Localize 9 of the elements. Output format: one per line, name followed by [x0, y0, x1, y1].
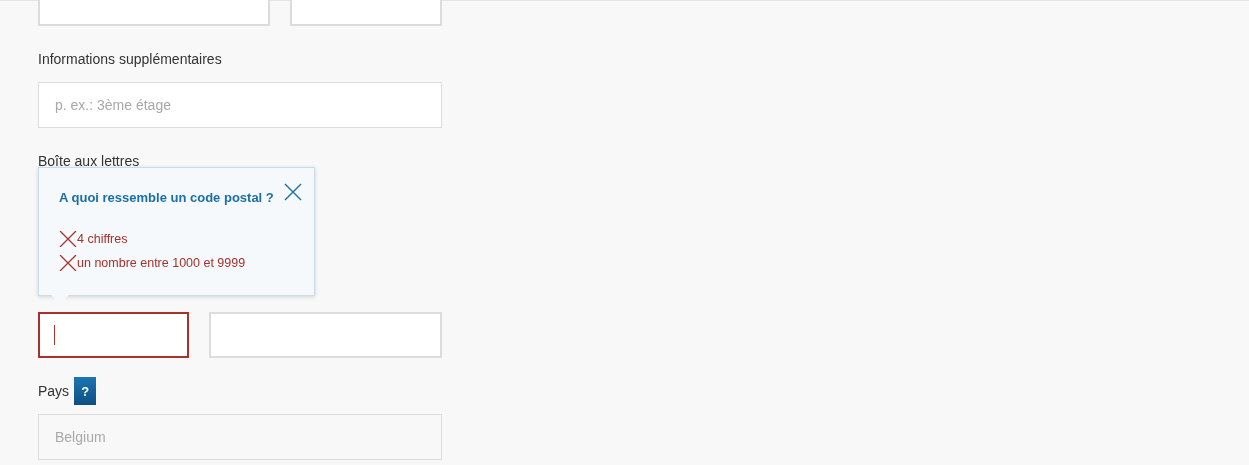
tooltip-title: A quoi ressemble un code postal ? — [59, 190, 275, 205]
field-label: Boîte aux lettres — [38, 152, 141, 170]
close-icon — [283, 182, 303, 202]
rule-text: un nombre entre 1000 et 9999 — [77, 256, 246, 270]
close-button[interactable] — [283, 182, 303, 202]
rule-text: 4 chiffres — [77, 232, 128, 246]
field-label: Informations supplémentaires — [38, 50, 223, 68]
input-field[interactable] — [38, 312, 189, 358]
field-label: Pays — [38, 382, 70, 400]
